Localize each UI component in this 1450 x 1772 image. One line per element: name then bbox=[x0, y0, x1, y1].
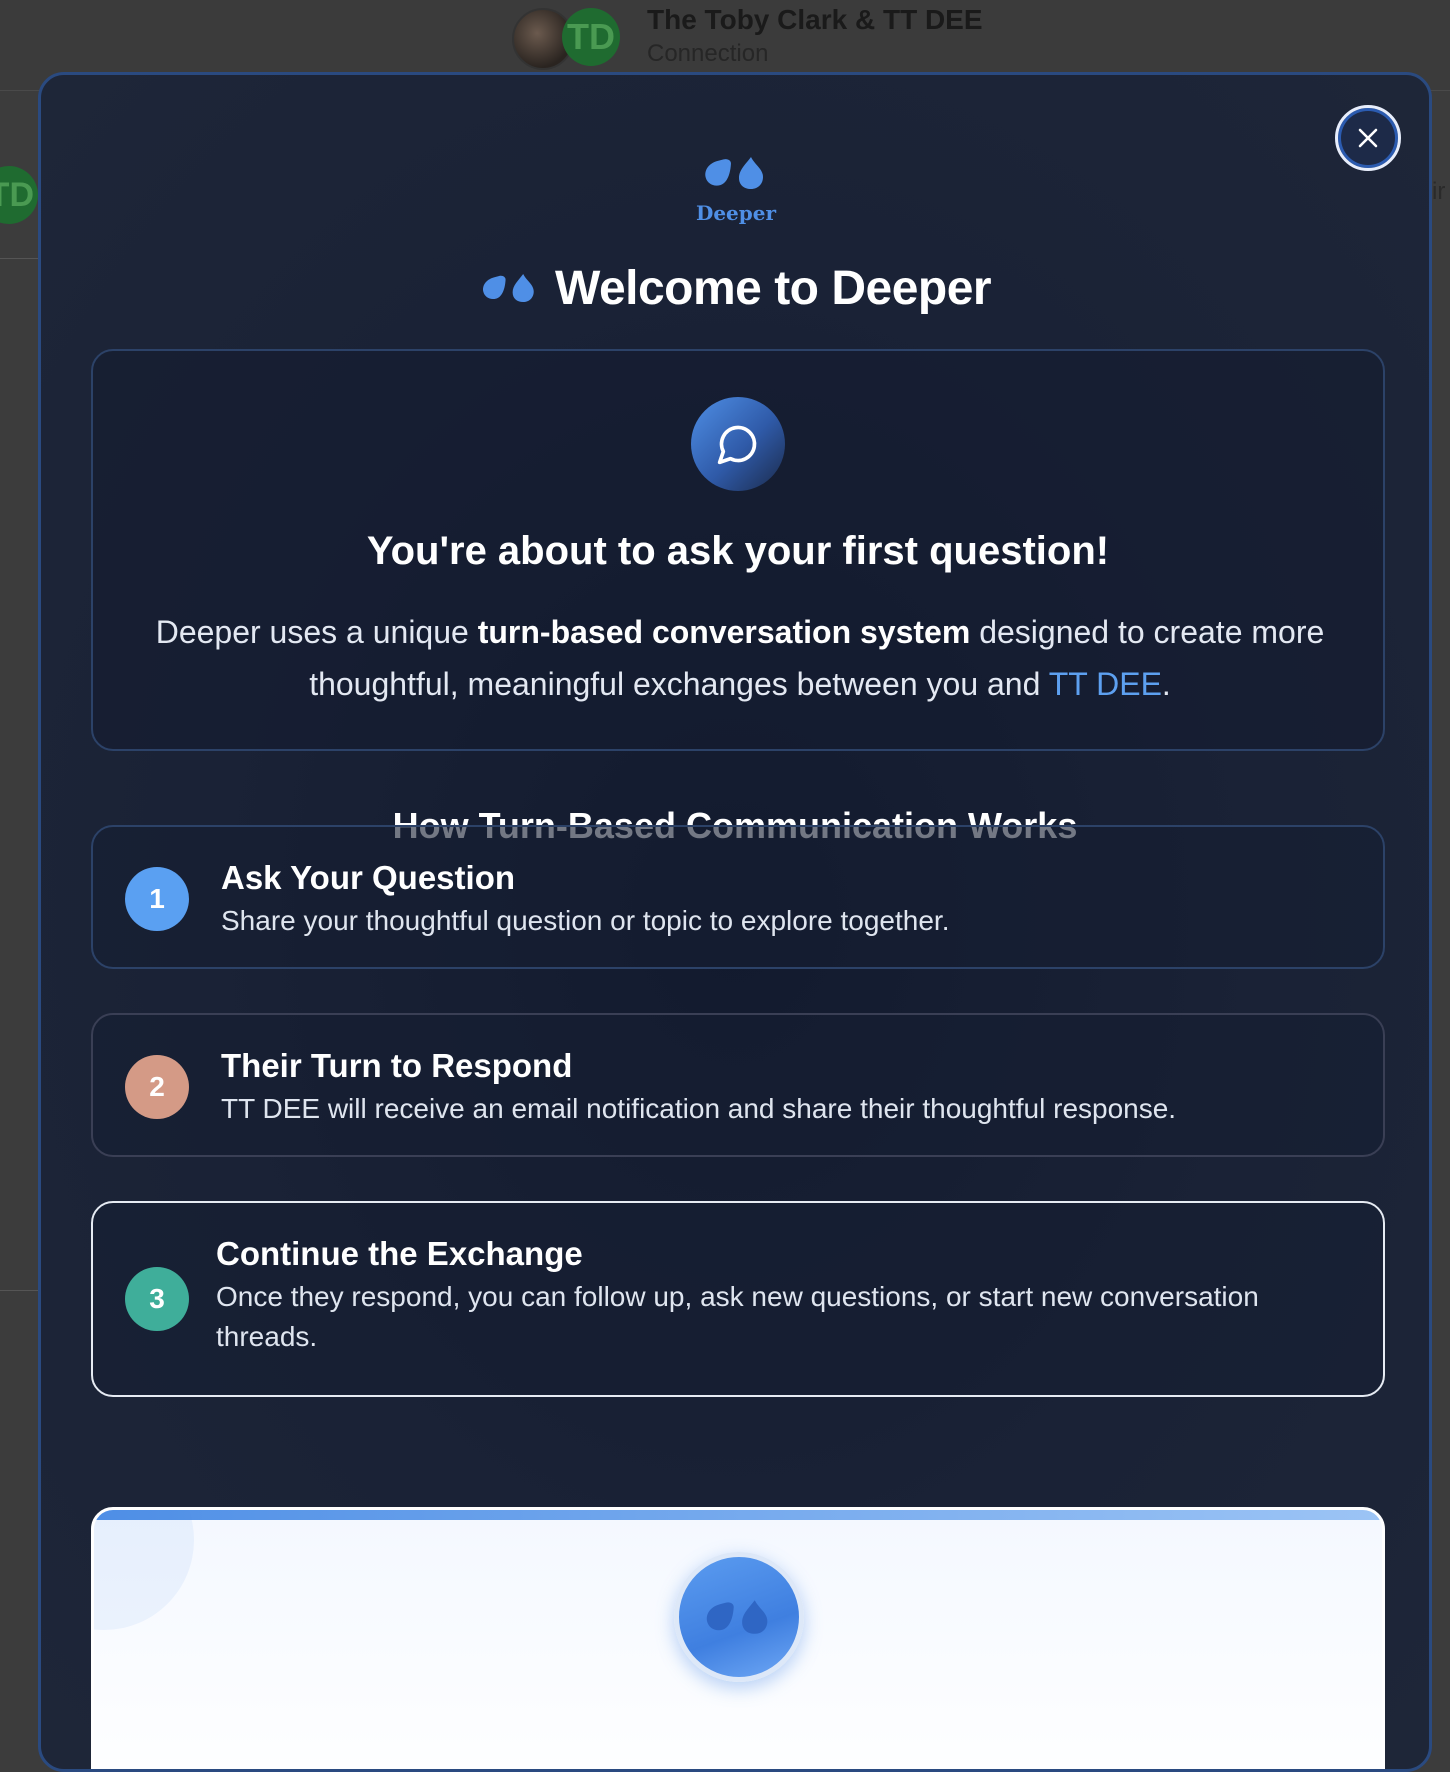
cta-accent-bar bbox=[94, 1510, 1382, 1520]
step-card-3: 3 Continue the Exchange Once they respon… bbox=[91, 1201, 1385, 1397]
step-title: Ask Your Question bbox=[221, 859, 516, 896]
conversation-title: The Toby Clark & TT DEE bbox=[647, 4, 983, 35]
step-description: Share your thoughtful question or topic … bbox=[221, 905, 950, 936]
cta-logo-badge bbox=[674, 1552, 804, 1682]
intro-card: You're about to ask your first question!… bbox=[91, 349, 1385, 751]
sidebar-avatar: TD bbox=[0, 166, 38, 224]
avatar-tt-dee: TD bbox=[562, 8, 620, 66]
chat-bubble-icon bbox=[717, 425, 757, 465]
participant-avatars: TD bbox=[512, 8, 622, 70]
step-description: TT DEE will receive an email notificatio… bbox=[221, 1093, 1177, 1124]
step-card-1: 1 Ask Your Question Share your thoughtfu… bbox=[91, 825, 1385, 969]
logo-text: Deeper bbox=[695, 201, 777, 225]
close-icon bbox=[1358, 128, 1378, 148]
decorative-blob bbox=[94, 1510, 194, 1630]
partner-name: TT DEE bbox=[1048, 666, 1162, 702]
cta-card bbox=[91, 1507, 1385, 1769]
intro-heading: You're about to ask your first question! bbox=[366, 529, 1110, 573]
intro-body-text: . bbox=[1161, 666, 1171, 702]
chat-icon-badge bbox=[691, 397, 785, 491]
modal-title: Welcome to Deeper bbox=[555, 261, 992, 315]
intro-body-text: Deeper uses a unique bbox=[155, 614, 478, 650]
step-number-badge: 2 bbox=[125, 1055, 189, 1119]
step-title: Continue the Exchange bbox=[216, 1235, 583, 1272]
divider bbox=[0, 1290, 38, 1291]
close-button[interactable] bbox=[1335, 105, 1401, 171]
quote-bubbles-icon bbox=[706, 1600, 768, 1634]
modal-title-row: Welcome to Deeper bbox=[481, 253, 992, 323]
step-number-badge: 3 bbox=[125, 1267, 189, 1331]
conversation-subtitle: Connection bbox=[647, 40, 769, 67]
divider bbox=[0, 258, 38, 259]
step-description: Once they respond, you can follow up, as… bbox=[216, 1281, 1259, 1352]
quote-bubbles-icon bbox=[705, 157, 763, 189]
welcome-modal: Deeper Welcome to Deeper You're about to… bbox=[38, 72, 1432, 1772]
quote-bubbles-icon bbox=[483, 273, 534, 303]
step-number-badge: 1 bbox=[125, 867, 189, 931]
intro-body-highlight: turn-based conversation system bbox=[477, 614, 971, 650]
background-edge-text: ir bbox=[1432, 178, 1446, 205]
deeper-logo: Deeper bbox=[691, 147, 781, 227]
step-card-2: 2 Their Turn to Respond TT DEE will rece… bbox=[91, 1013, 1385, 1157]
intro-body: Deeper uses a unique turn-based conversa… bbox=[153, 606, 1327, 710]
step-title: Their Turn to Respond bbox=[221, 1047, 573, 1084]
